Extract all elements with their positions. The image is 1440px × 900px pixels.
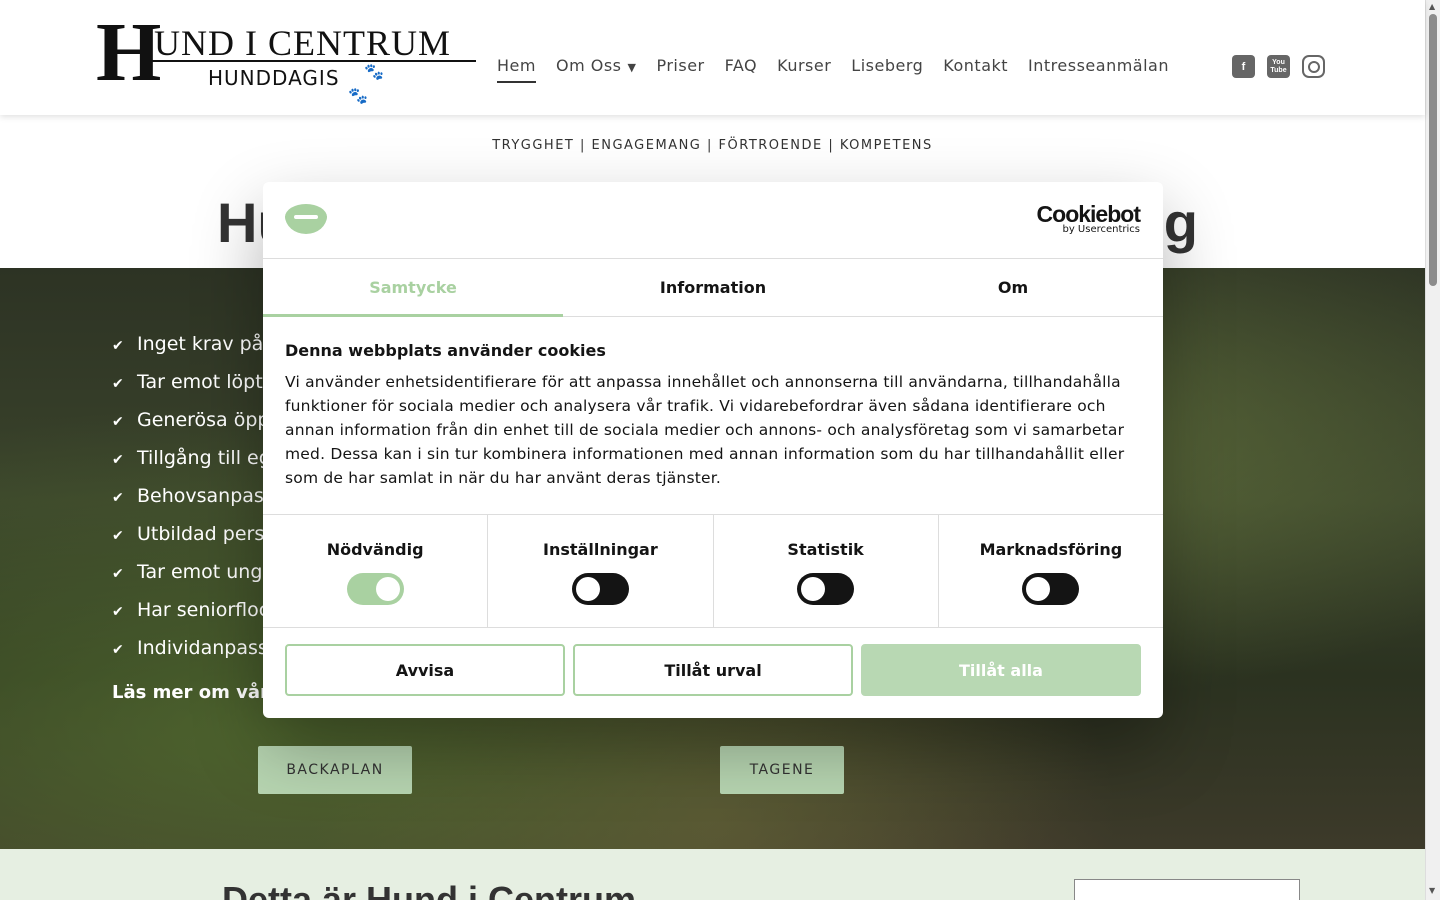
check-icon: ✔ (112, 490, 124, 506)
logo-big-letter: H (96, 6, 162, 99)
list-item-text: Tar emot löptik (137, 371, 279, 393)
reject-button[interactable]: Avvisa (285, 644, 565, 696)
nav-item-label: Om Oss (555, 56, 622, 75)
page-scrollbar[interactable]: ▲ ▼ (1425, 0, 1440, 900)
nav-item-kontakt[interactable]: Kontakt (943, 56, 1008, 75)
paw-icon: 🐾 (348, 86, 368, 105)
toggle-statistics: Statistik (714, 515, 939, 627)
list-item: ✔ Inget krav på h (112, 326, 281, 364)
section-image (1074, 879, 1300, 900)
check-icon: ✔ (112, 376, 124, 392)
list-item: ✔ Tillgång till eg (112, 440, 281, 478)
list-item: ✔ Har seniorfloc (112, 592, 281, 630)
logo-divider (152, 60, 476, 62)
nav-item-faq[interactable]: FAQ (725, 56, 758, 75)
paw-icon: 🐾 (364, 62, 384, 81)
list-item: ✔ Tar emot löptik (112, 364, 281, 402)
tab-information[interactable]: Information (563, 259, 863, 316)
check-icon: ✔ (112, 604, 124, 620)
consent-toggles: Nödvändig Inställningar Statistik Markna… (263, 515, 1163, 628)
statistics-switch[interactable] (797, 573, 855, 605)
list-item-text: Behovsanpass (137, 485, 274, 507)
dialog-heading: Denna webbplats använder cookies (285, 341, 606, 360)
toggle-label: Marknadsföring (979, 540, 1123, 559)
check-icon: ✔ (112, 642, 124, 658)
list-item: ✔ Generösa öpp (112, 402, 281, 440)
main-nav: Hem Om Oss ▼ Priser FAQ Kurser Liseberg K… (497, 56, 1169, 83)
tab-om[interactable]: Om (863, 259, 1163, 316)
allow-selection-button[interactable]: Tillåt urval (573, 644, 853, 696)
toggle-label: Nödvändig (326, 540, 424, 559)
logo-top-text: UND I CENTRUM (154, 23, 451, 63)
instagram-icon[interactable] (1302, 55, 1325, 78)
toggle-label: Statistik (787, 540, 864, 559)
list-item-text: Individanpass (137, 637, 268, 659)
toggle-necessary: Nödvändig (263, 515, 489, 627)
marketing-switch[interactable] (1022, 573, 1080, 605)
list-item-text: Tillgång till eg (137, 447, 271, 469)
facebook-icon[interactable]: f (1232, 55, 1255, 78)
list-item: ✔ Individanpass (112, 630, 281, 668)
youtube-icon[interactable]: You Tube (1267, 55, 1290, 78)
cookiebot-logo-icon (285, 202, 327, 236)
brand-name: Cookiebot (1036, 201, 1141, 227)
tab-samtycke[interactable]: Samtycke (263, 259, 563, 317)
site-logo[interactable]: H UND I CENTRUM HUNDDAGIS 🐾 🐾 (96, 6, 478, 110)
check-icon: ✔ (112, 414, 124, 430)
dialog-buttons: Avvisa Tillåt urval Tillåt alla (263, 628, 1163, 696)
site-header: H UND I CENTRUM HUNDDAGIS 🐾 🐾 Hem Om Oss… (0, 0, 1425, 115)
list-item: ✔ Tar emot ungh (112, 554, 281, 592)
list-item-text: Generösa öpp (137, 409, 270, 431)
dialog-header: Cookiebot by Usercentrics (263, 182, 1163, 259)
allow-all-button[interactable]: Tillåt alla (861, 644, 1141, 696)
nav-item-liseberg[interactable]: Liseberg (851, 56, 923, 75)
toggle-marketing: Marknadsföring (939, 515, 1163, 627)
intro-section: Detta är Hund i Centrum (0, 849, 1425, 900)
necessary-switch[interactable] (346, 573, 404, 605)
check-icon: ✔ (112, 452, 124, 468)
check-icon: ✔ (112, 566, 124, 582)
dialog-body: Denna webbplats använder cookies Vi anvä… (263, 317, 1163, 515)
list-item: ✔ Behovsanpass (112, 478, 281, 516)
list-item-text: Har seniorfloc (137, 599, 270, 621)
list-item-text: Utbildad perso (137, 523, 276, 545)
nav-item-om-oss[interactable]: Om Oss ▼ (556, 56, 637, 75)
scroll-up-icon[interactable]: ▲ (1429, 2, 1435, 11)
nav-item-kurser[interactable]: Kurser (777, 56, 831, 75)
social-links: f You Tube (1232, 55, 1325, 78)
scroll-down-icon[interactable]: ▼ (1429, 886, 1435, 895)
nav-item-priser[interactable]: Priser (656, 56, 704, 75)
backaplan-button[interactable]: BACKAPLAN (258, 746, 412, 794)
cookie-consent-dialog: Cookiebot by Usercentrics Samtycke Infor… (263, 182, 1163, 718)
check-icon: ✔ (112, 338, 124, 354)
nav-item-intresseanmalan[interactable]: Intresseanmälan (1028, 56, 1169, 75)
tagene-button[interactable]: TAGENE (720, 746, 844, 794)
preferences-switch[interactable] (571, 573, 629, 605)
list-item: ✔ Utbildad perso (112, 516, 281, 554)
check-icon: ✔ (112, 528, 124, 544)
feature-list: ✔ Inget krav på h ✔ Tar emot löptik ✔ Gener… (112, 326, 281, 668)
list-item-text: Tar emot ungh (137, 561, 275, 583)
toggle-label: Inställningar (543, 540, 658, 559)
list-item-text: Inget krav på h (137, 333, 282, 355)
section-title: Detta är Hund i Centrum (222, 879, 637, 900)
nav-item-hem[interactable]: Hem (497, 56, 536, 83)
dialog-tabs: Samtycke Information Om (263, 259, 1163, 317)
toggle-preferences: Inställningar (488, 515, 714, 627)
dialog-text: Vi använder enhetsidentifierare för att … (285, 373, 1125, 487)
cookiebot-brand: Cookiebot by Usercentrics (1036, 201, 1141, 235)
read-more-heading: Läs mer om våra (112, 682, 281, 703)
logo-bottom-text: HUNDDAGIS (208, 66, 340, 90)
tagline: TRYGGHET | ENGAGEMANG | FÖRTROENDE | KOM… (492, 138, 933, 153)
chevron-down-icon: ▼ (627, 61, 637, 74)
scroll-thumb[interactable] (1429, 14, 1437, 286)
